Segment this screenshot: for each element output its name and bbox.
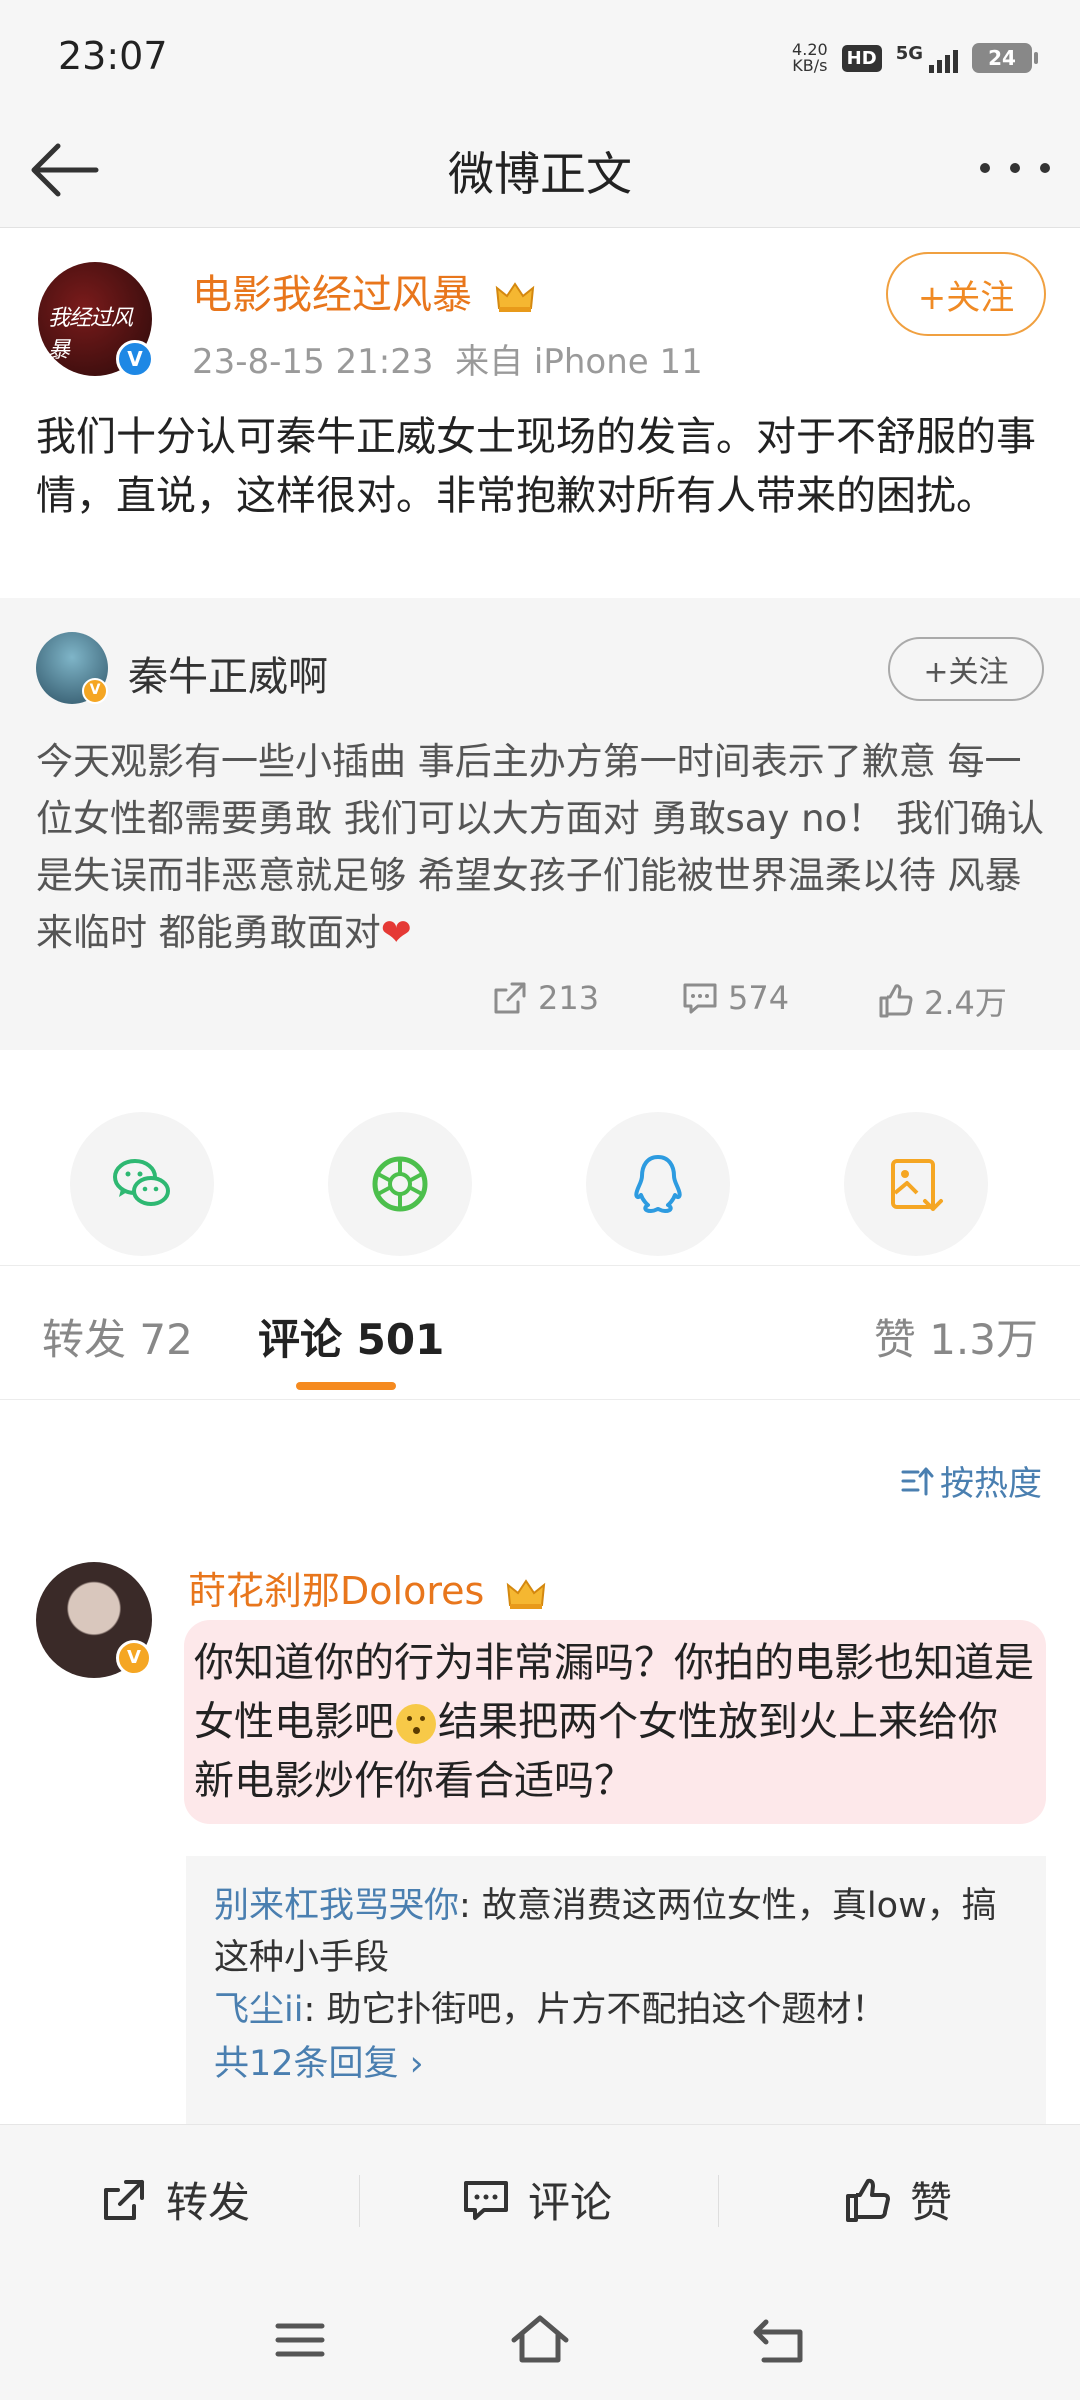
thumbs-up-icon	[846, 2178, 890, 2222]
quoted-author-name[interactable]: 秦牛正威啊	[128, 644, 328, 702]
save-image-button[interactable]	[844, 1112, 988, 1256]
repost-icon	[104, 2179, 144, 2220]
reply-text: : 助它扑街吧，片方不配拍这个题材！	[303, 1990, 887, 2030]
more-replies-link[interactable]: 共12条回复 ›	[214, 2038, 1018, 2090]
content-tabs: 转发 72 评论 501 赞 1.3万	[0, 1266, 1080, 1400]
status-time: 23:07	[58, 34, 168, 78]
bottom-action-bar: 转发 评论 赞	[0, 2124, 1080, 2280]
repost-button[interactable]: 转发	[98, 2169, 250, 2230]
reply-item: 别来杠我骂哭你: 故意消费这两位女性，真low，搞这种小手段	[214, 1880, 1018, 1984]
like-label: 赞	[910, 2178, 953, 2227]
comment-text: 你知道你的行为非常漏吗？你拍的电影也知道是女性电影吧 结果把两个女性放到火上来给你…	[190, 1634, 1036, 1811]
reply-author[interactable]: 别来杠我骂哭你	[214, 1886, 459, 1926]
network-speed-unit: KB/s	[792, 56, 828, 75]
quoted-post-body: 今天观影有一些小插曲 事后主办方第一时间表示了歉意 每一位女性都需要勇敢 我们可…	[36, 733, 1046, 961]
share-wechat-button[interactable]	[70, 1112, 214, 1256]
back-icon[interactable]	[748, 2308, 812, 2372]
signal-type: 5G	[895, 43, 923, 64]
comment-count: 574	[728, 979, 790, 1017]
sort-by-hot-button[interactable]: 按热度	[900, 1456, 1042, 1505]
quoted-post-stats: 213 574 2.4万	[0, 978, 1080, 1030]
share-moments-button[interactable]	[328, 1112, 472, 1256]
follow-button[interactable]: +关注	[886, 252, 1046, 336]
quoted-author-avatar[interactable]: V	[36, 632, 108, 704]
reply-item: 飞尘ii: 助它扑街吧，片方不配拍这个题材！	[214, 1984, 1018, 2036]
share-row	[0, 1050, 1080, 1266]
quoted-post-text: 今天观影有一些小插曲 事后主办方第一时间表示了歉意 每一位女性都需要勇敢 我们可…	[36, 740, 1044, 954]
reply-author[interactable]: 飞尘ii	[214, 1990, 303, 2030]
vip-crown-icon	[507, 1578, 546, 1609]
post-timestamp: 23-8-15 21:23	[192, 342, 434, 382]
quoted-like-count[interactable]: 2.4万	[876, 978, 1007, 1024]
battery-icon: 24	[972, 43, 1038, 73]
comment-author-avatar[interactable]: V	[36, 1562, 152, 1678]
repost-count: 213	[538, 979, 600, 1017]
post-meta: 23-8-15 21:23 来自 iPhone 11	[192, 334, 703, 383]
like-count: 2.4万	[924, 984, 1007, 1022]
tab-comment[interactable]: 评论 501	[258, 1306, 444, 1367]
status-icons: 4.20 KB/s HD 5G 24	[792, 38, 1038, 78]
tab-like[interactable]: 赞 1.3万	[874, 1306, 1038, 1367]
save-image-icon	[891, 1159, 943, 1211]
active-tab-indicator	[296, 1382, 396, 1390]
post-author-name[interactable]: 电影我经过风暴	[192, 262, 535, 320]
top-nav-bar: 微博正文	[0, 110, 1080, 228]
verified-icon: V	[116, 340, 154, 378]
sort-icon	[901, 1467, 934, 1495]
comment-icon	[683, 983, 717, 1014]
quoted-comment-count[interactable]: 574	[680, 978, 789, 1018]
signal-icon: 5G	[896, 43, 958, 73]
share-qq-button[interactable]	[586, 1112, 730, 1256]
comment-bubble[interactable]: 你知道你的行为非常漏吗？你拍的电影也知道是女性电影吧 结果把两个女性放到火上来给你…	[184, 1620, 1046, 1824]
like-button[interactable]: 赞	[842, 2169, 952, 2230]
thinking-emoji-icon	[396, 1704, 436, 1744]
comment-icon	[464, 2180, 508, 2220]
repost-label: 转发	[166, 2178, 251, 2227]
verified-gold-icon: V	[82, 678, 108, 704]
qq-icon	[634, 1155, 682, 1213]
comment-author-label: 莳花刹那Dolores	[188, 1569, 485, 1613]
home-icon[interactable]	[508, 2308, 572, 2372]
page-title: 微博正文	[448, 147, 632, 201]
more-options-icon[interactable]	[980, 148, 1050, 188]
wechat-icon	[113, 1159, 170, 1206]
follow-quoted-button[interactable]: +关注	[888, 637, 1044, 701]
post-author-label: 电影我经过风暴	[192, 272, 472, 318]
repost-icon	[494, 982, 526, 1014]
post-body: 我们十分认可秦牛正威女士现场的发言。对于不舒服的事情，直说，这样很对。非常抱歉对…	[36, 414, 1036, 519]
post-author-avatar[interactable]: 我经过风暴 V	[38, 262, 154, 378]
post-source: 来自 iPhone 11	[455, 342, 703, 382]
comment-label: 评论	[528, 2178, 613, 2227]
tab-repost[interactable]: 转发 72	[42, 1306, 193, 1367]
status-bar: 23:07 4.20 KB/s HD 5G 24	[0, 0, 1080, 110]
menu-icon[interactable]	[268, 2308, 332, 2372]
heart-icon: ❤	[380, 911, 412, 954]
system-nav-bar	[0, 2280, 1080, 2400]
sort-label: 按热度	[940, 1464, 1042, 1504]
comment-button[interactable]: 评论	[460, 2169, 612, 2230]
hd-icon: HD	[841, 44, 882, 72]
vip-crown-icon	[495, 282, 534, 312]
moments-icon	[372, 1156, 428, 1212]
comment-author-name[interactable]: 莳花刹那Dolores	[188, 1560, 546, 1615]
network-speed: 4.20 KB/s	[792, 42, 828, 74]
verified-gold-icon: V	[116, 1640, 152, 1676]
quoted-repost-count[interactable]: 213	[490, 978, 599, 1018]
thumbs-up-icon	[879, 984, 913, 1018]
comment-replies[interactable]: 别来杠我骂哭你: 故意消费这两位女性，真low，搞这种小手段 飞尘ii: 助它扑…	[186, 1856, 1046, 2124]
